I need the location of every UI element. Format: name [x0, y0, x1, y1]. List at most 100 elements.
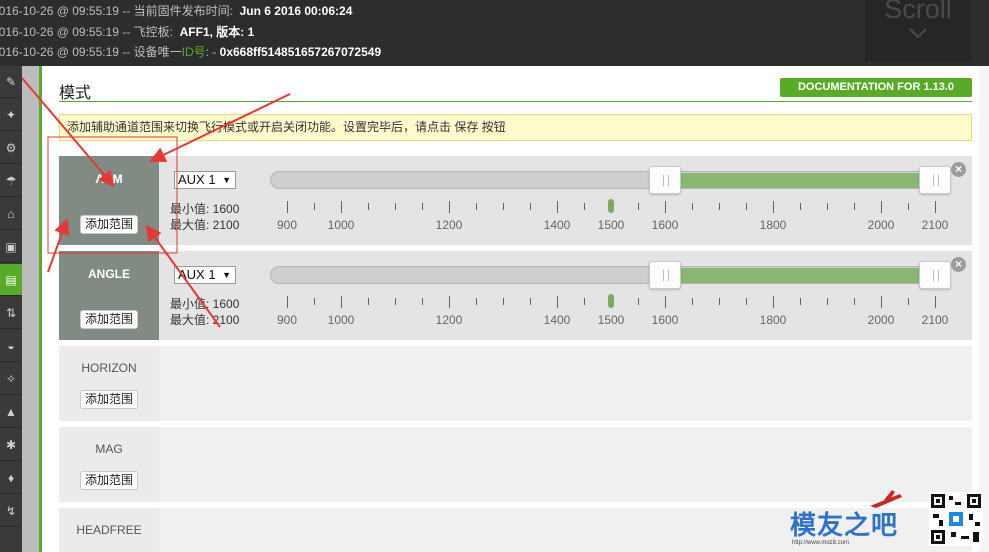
scale-label: 1600 — [651, 218, 679, 232]
scale-label: 1800 — [759, 313, 787, 327]
notice-banner: 添加辅助通道范围来切换飞行模式或开启关闭功能。设置完毕后，请点击 保存 按钮 — [59, 114, 972, 141]
scale-label: 1000 — [327, 218, 355, 232]
title-divider — [59, 101, 972, 102]
aux-channel-select[interactable]: AUX 1 ▼ — [174, 171, 236, 189]
range-max-handle[interactable] — [919, 166, 951, 194]
sidebar-item-modes[interactable]: ▤ — [0, 264, 22, 296]
channel-position-marker — [608, 199, 614, 213]
parachute-icon: ☂ — [5, 173, 17, 188]
add-range-button[interactable]: 添加范围 — [80, 390, 138, 409]
mode-name: ANGLE — [88, 267, 130, 281]
aux-channel-select[interactable]: AUX 1 ▼ — [174, 266, 236, 284]
mode-name: HORIZON — [81, 361, 137, 375]
mode-name: ARM — [95, 172, 123, 186]
watermark-url: http://www.moz8.com — [792, 540, 850, 546]
scale-tick — [341, 296, 342, 308]
range-fill — [666, 268, 936, 283]
range-min-handle[interactable] — [649, 261, 681, 289]
scale-tick — [881, 296, 882, 308]
scale-label: 2100 — [921, 218, 949, 232]
range-values: 最小值: 1600 最大值: 2100 — [170, 296, 239, 328]
scale-tick — [584, 298, 585, 305]
sensors-icon: ♦ — [7, 470, 15, 485]
mode-header: ANGLE 添加范围 — [59, 251, 159, 340]
scale-tick — [665, 201, 666, 213]
scale-label: 1200 — [435, 218, 463, 232]
chevron-down-icon: ▼ — [222, 175, 231, 185]
scale-label: 1600 — [651, 313, 679, 327]
mode-row-mag: MAG 添加范围 — [59, 427, 972, 502]
sidebar-item-parachute[interactable]: ☂ — [0, 165, 22, 197]
sidebar-item-gps[interactable]: ✧ — [0, 363, 22, 395]
remove-range-close-icon[interactable]: × — [951, 257, 966, 272]
aux-select-value: AUX 1 — [178, 172, 216, 187]
channel-position-marker — [608, 294, 614, 308]
scroll-label: Scroll — [884, 0, 952, 24]
range-slider-track[interactable] — [270, 171, 936, 189]
scale-tick — [422, 203, 423, 210]
scale-tick — [314, 203, 315, 210]
scale-label: 900 — [276, 313, 298, 327]
scale-tick — [908, 298, 909, 305]
scale-tick — [854, 298, 855, 305]
scale-tick — [530, 298, 531, 305]
scale-tick — [287, 296, 288, 308]
scale-tick — [665, 296, 666, 308]
sidebar-item-receiver[interactable]: ⌂ — [0, 198, 22, 230]
scale-tick — [719, 298, 720, 305]
scale-label: 1500 — [597, 218, 625, 232]
scale-tick — [503, 203, 504, 210]
chevron-down-icon: ▼ — [222, 270, 231, 280]
content-scrollbar[interactable] — [979, 66, 989, 552]
scale-tick — [530, 203, 531, 210]
wizard-icon: ✦ — [5, 107, 17, 122]
remove-range-close-icon[interactable]: × — [951, 162, 966, 177]
sidebar-item-lock[interactable]: ▣ — [0, 231, 22, 263]
add-range-button[interactable]: 添加范围 — [80, 215, 138, 234]
scale-tick — [746, 298, 747, 305]
scale-tick — [935, 296, 936, 308]
scale-tick — [935, 201, 936, 213]
range-slider-track[interactable] — [270, 266, 936, 284]
range-max-label: 最大值: 2100 — [170, 313, 240, 327]
range-min-handle[interactable] — [649, 166, 681, 194]
sidebar-item-wizard[interactable]: ✦ — [0, 99, 22, 131]
log-line-uid: 2016-10-26 @ 09:55:19 -- 设备唯一ID号: - 0x66… — [0, 45, 382, 59]
add-range-button[interactable]: 添加范围 — [80, 310, 138, 329]
scale-tick — [638, 203, 639, 210]
mode-header: HORIZON 添加范围 — [59, 346, 159, 421]
mode-row-arm: ARM 添加范围 AUX 1 ▼ 最小值: 1600 最大值: 2100 900 1000 12… — [59, 156, 972, 245]
mode-name: HEADFREE — [76, 523, 142, 537]
sidebar-item-sensors[interactable]: ♦ — [0, 462, 22, 494]
scale-label: 1400 — [543, 218, 571, 232]
range-max-handle[interactable] — [919, 261, 951, 289]
scale-tick — [368, 298, 369, 305]
log-line-firmware-date: 2016-10-26 @ 09:55:19 -- 当前固件发布时间: Jun 6… — [0, 4, 353, 18]
scale-tick — [584, 203, 585, 210]
scale-label: 1000 — [327, 313, 355, 327]
sidebar: ✎ ✦ ⚙ ☂ ⌂ ▣ ▤ ⇅ ◒ ✧ ▲ ✱ ♦ ↯ — [0, 66, 22, 552]
aux-select-value: AUX 1 — [178, 267, 216, 282]
scale-tick — [557, 201, 558, 213]
range-values: 最小值: 1600 最大值: 2100 — [170, 201, 239, 233]
documentation-button[interactable]: DOCUMENTATION FOR 1.13.0 — [780, 78, 972, 97]
add-range-button[interactable]: 添加范围 — [80, 471, 138, 490]
motors-icon: ▲ — [5, 404, 17, 419]
sidebar-item-logging[interactable]: ↯ — [0, 495, 22, 527]
sidebar-gutter — [22, 66, 40, 552]
gear-icon: ⚙ — [5, 140, 17, 155]
led-icon: ✱ — [5, 437, 17, 452]
sidebar-item-wrench[interactable]: ✎ — [0, 66, 22, 98]
scale-label: 900 — [276, 218, 298, 232]
sidebar-item-gear[interactable]: ⚙ — [0, 132, 22, 164]
sidebar-item-servos[interactable]: ◒ — [0, 330, 22, 362]
sidebar-item-motors[interactable]: ▲ — [0, 396, 22, 428]
qr-code-icon — [929, 492, 983, 546]
scale-tick — [773, 296, 774, 308]
scale-tick — [287, 201, 288, 213]
scale-tick — [395, 298, 396, 305]
scroll-toggle[interactable]: Scroll — [865, 0, 971, 62]
sidebar-item-adjustments[interactable]: ⇅ — [0, 297, 22, 329]
sidebar-item-led[interactable]: ✱ — [0, 429, 22, 461]
log-panel: 2016-10-26 @ 09:55:19 -- 当前固件发布时间: Jun 6… — [0, 0, 989, 66]
